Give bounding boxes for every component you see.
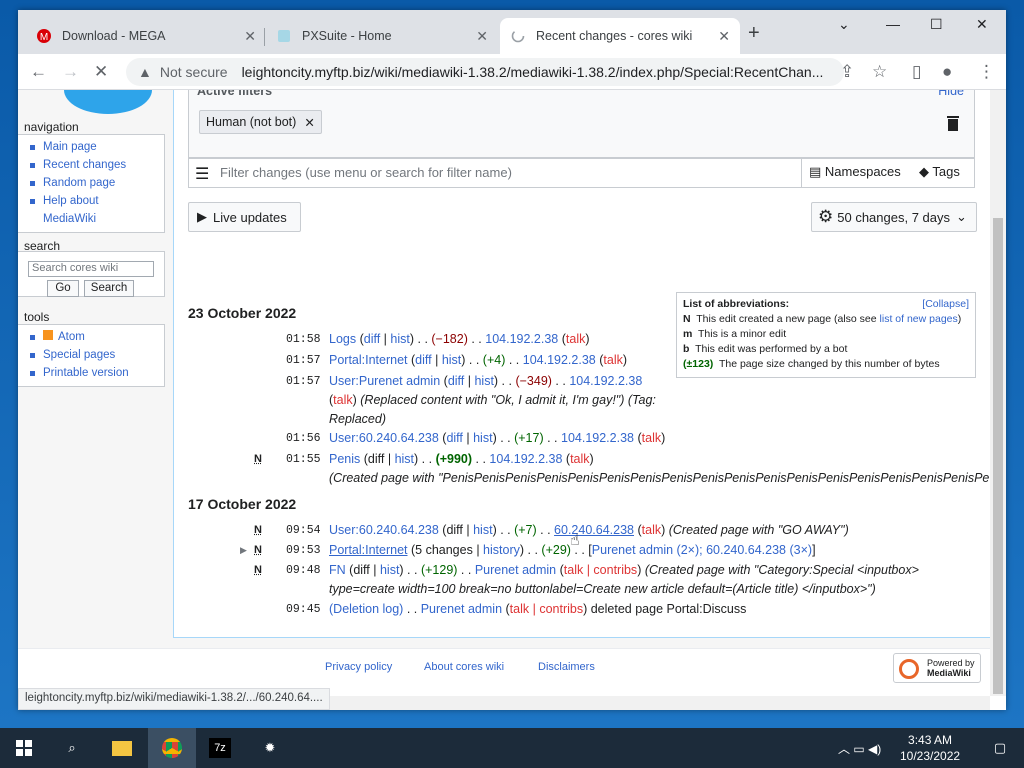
file-explorer-icon[interactable] [98,728,146,768]
taskbar: ⌕ 7z ✹ ︿ ▭ ◀) 3:43 AM 10/23/2022 ▢ [0,728,1024,768]
tab-title: Recent changes - cores wiki [536,29,693,43]
profile-icon[interactable]: ● [942,62,952,82]
warning-icon: ▲ [138,64,152,80]
sidebar-item-printable[interactable]: Printable version [18,364,164,382]
remove-icon[interactable]: ✕ [304,115,314,130]
legend-title: List of abbreviations: [683,298,790,310]
tag-icon: ◆ [919,164,933,179]
clock[interactable]: 3:43 AM 10/23/2022 [900,732,960,764]
gear-icon: ⚙ [818,207,834,226]
new-tab-button[interactable]: + [748,22,760,45]
day-heading: 23 October 2022 [188,305,297,321]
tab-title: PXSuite - Home [302,29,392,43]
address-bar[interactable]: ▲ Not secure leightoncity.myftp.biz/wiki… [126,58,844,86]
about-link[interactable]: About cores wiki [424,661,504,673]
toolbar: ← → ✕ ▲ Not secure leightoncity.myftp.bi… [18,54,1006,90]
hide-link[interactable]: Hide [938,90,964,98]
sidepanel-icon[interactable]: ▯ [912,62,921,82]
stop-icon[interactable]: ✕ [94,62,108,82]
privacy-link[interactable]: Privacy policy [325,661,392,673]
notifications-icon[interactable]: ▢ [976,728,1024,768]
close-icon[interactable]: ✕ [476,28,488,45]
start-button[interactable] [0,728,48,768]
tab-recent-changes[interactable]: Recent changes - cores wiki ✕ [500,18,740,54]
maximize-button[interactable]: ☐ [930,16,943,33]
tags-button[interactable]: ◆ Tags [919,164,960,180]
search-input[interactable]: Search cores wiki [28,261,154,277]
tools-portal: Atom Special pages Printable version [18,324,165,387]
not-secure-label: Not secure [159,64,228,80]
tab-pxsuite[interactable]: PXSuite - Home ✕ [266,18,498,54]
active-filters-label: Active filters [197,90,273,98]
wiki-logo[interactable] [48,90,168,116]
filter-chip-label: Human (not bot) [206,115,297,129]
search-icon[interactable]: ⌕ [48,728,96,768]
go-button[interactable]: Go [47,280,79,297]
powered-by-mediawiki-badge[interactable]: Powered by MediaWiki [893,653,981,683]
sidebar-item-atom[interactable]: Atom [18,328,164,346]
new-pages-link[interactable]: list of new pages [880,313,958,325]
minimize-button[interactable]: — [886,16,900,32]
pxsuite-icon [276,28,292,44]
day-heading: 17 October 2022 [188,496,297,512]
svg-text:M: M [40,32,48,43]
sidebar-item-help[interactable]: Help about [18,192,164,210]
url-text: leightoncity.myftp.biz/wiki/mediawiki-1.… [241,64,824,80]
back-icon[interactable]: ← [30,62,47,82]
tab-strip: M Download - MEGA ✕ PXSuite - Home ✕ Rec… [18,10,1006,54]
loading-icon [510,28,526,44]
sidebar-item-random-page[interactable]: Random page [18,174,164,192]
forward-icon[interactable]: → [62,62,79,82]
page-content: navigation Main page Recent changes Rand… [18,90,990,696]
menu-icon[interactable]: ☰ [195,164,209,184]
mediawiki-icon [899,659,919,679]
tray-icons[interactable]: ︿ ▭ ◀) [838,740,881,757]
search-button[interactable]: Search [84,280,134,297]
app-icon[interactable]: ✹ [246,728,294,768]
navigation-heading: navigation [24,120,79,134]
abbreviations-legend: List of abbreviations: [Collapse] N This… [676,292,976,378]
cursor-icon: ☝ [570,532,580,549]
sidebar-item-recent-changes[interactable]: Recent changes [18,156,164,174]
navigation-portal: Main page Recent changes Random page Hel… [18,134,165,233]
filter-chip[interactable]: Human (not bot) ✕ [199,110,322,134]
share-icon[interactable]: ⇪ [840,62,854,82]
collapse-link[interactable]: [Collapse] [922,297,969,312]
filter-search-input[interactable]: Filter changes (use menu or search for f… [220,165,512,180]
namespaces-button[interactable]: ▤ Namespaces [809,164,901,180]
chevron-down-icon: ⌄ [956,209,967,224]
active-filters-box: Active filters Hide Human (not bot) ✕ [188,90,975,158]
close-window-button[interactable]: ✕ [976,16,988,33]
menu-icon[interactable]: ⋮ [978,62,995,82]
vertical-scrollbar[interactable] [990,90,1006,696]
trash-icon[interactable] [946,114,960,132]
filter-search-row: ☰ Filter changes (use menu or search for… [188,158,975,188]
live-updates-button[interactable]: ▶ Live updates [188,202,301,232]
main-content: Active filters Hide Human (not bot) ✕ ☰ … [173,90,990,638]
expand-arrow-icon[interactable]: ▶ [240,541,247,560]
bookmark-star-icon[interactable]: ☆ [872,62,887,82]
status-bar: leightoncity.myftp.biz/wiki/mediawiki-1.… [18,688,330,710]
tools-heading: tools [24,310,50,324]
sidebar-item-special-pages[interactable]: Special pages [18,346,164,364]
close-icon[interactable]: ✕ [718,28,730,45]
rss-icon [43,330,53,340]
disclaimers-link[interactable]: Disclaimers [538,661,595,673]
sidebar-item-main-page[interactable]: Main page [18,138,164,156]
browser-window: M Download - MEGA ✕ PXSuite - Home ✕ Rec… [18,10,1006,710]
close-icon[interactable]: ✕ [244,28,256,45]
mega-icon: M [36,28,52,44]
namespaces-icon: ▤ [809,164,825,179]
results-options-button[interactable]: ⚙ 50 changes, 7 days ⌄ [811,202,977,232]
tab-mega[interactable]: M Download - MEGA ✕ [26,18,266,54]
tab-title: Download - MEGA [62,29,166,43]
play-icon: ▶ [197,209,207,224]
sidebar-item-help-cont[interactable]: MediaWiki [18,210,164,228]
7zip-icon[interactable]: 7z [196,728,244,768]
chrome-icon[interactable] [148,728,196,768]
windows-icon [16,740,32,756]
tab-search-icon[interactable]: ⌄ [838,16,850,33]
